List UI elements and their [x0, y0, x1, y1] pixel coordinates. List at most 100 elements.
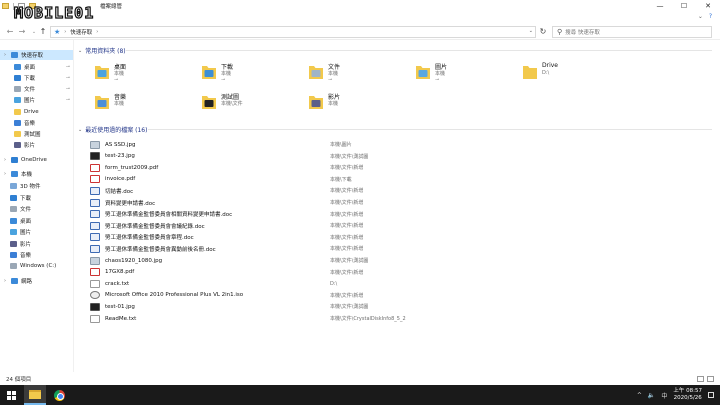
sidebar-item[interactable]: 影片 — [0, 140, 73, 150]
sidebar-item[interactable]: 音樂 — [0, 250, 73, 260]
sidebar-item-label: 本機 — [21, 172, 33, 178]
search-input[interactable]: ⚲ 搜尋 快速存取 — [552, 26, 712, 38]
recent-file-row[interactable]: 勞工退休準備金監督委員會章程.doc 本機\文件\新增 — [90, 232, 710, 243]
sidebar-item[interactable]: › 本機 — [0, 169, 73, 179]
forward-button[interactable]: → — [17, 27, 27, 37]
chevron-down-icon[interactable]: ⌄ — [78, 48, 82, 54]
sidebar-item[interactable]: 下載 — [0, 193, 73, 203]
file-location: D:\ — [330, 280, 338, 287]
frequent-folders-header[interactable]: ⌄ 常用資料夾 (8) — [78, 46, 126, 56]
recent-file-row[interactable]: AS SSD.jpg 本機\圖片 — [90, 139, 710, 150]
sidebar-item[interactable]: 圖片 — [0, 227, 73, 237]
sidebar-item[interactable]: Windows (C:) — [0, 261, 73, 271]
file-name: ReadMe.txt — [105, 315, 137, 322]
minimize-button[interactable]: — — [648, 0, 672, 12]
refresh-button[interactable]: ↻ — [538, 27, 548, 37]
file-location: 本機\下載 — [330, 176, 352, 183]
folder-tile[interactable]: 下載 本機 ⊸ — [201, 60, 301, 86]
recent-file-row[interactable]: Microsoft Office 2010 Professional Plus … — [90, 290, 710, 301]
address-dropdown-icon[interactable]: ⌄ — [529, 28, 533, 34]
chevron-right-icon[interactable]: › — [4, 157, 8, 163]
recent-file-row[interactable]: 17GX8.pdf 本機\文件\新增 — [90, 267, 710, 278]
folder-location: D:\ — [542, 70, 550, 76]
file-location: 本機\文件\CrystalDiskInfo8_5_2 — [330, 316, 406, 322]
up-button[interactable]: ↑ — [38, 27, 48, 37]
divider — [148, 129, 712, 130]
ime-indicator[interactable]: 中 — [661, 391, 667, 400]
sidebar-item-label: 網路 — [21, 279, 33, 285]
sidebar-item[interactable]: 文件 — [0, 204, 73, 214]
sidebar-item-label: 音樂 — [20, 253, 32, 259]
search-placeholder: 搜尋 快速存取 — [565, 30, 600, 36]
tray-overflow-icon[interactable]: ^ — [637, 392, 642, 399]
word-document-icon — [90, 210, 100, 219]
ribbon-expand-icon[interactable]: ⌄ — [698, 13, 703, 20]
recent-file-row[interactable]: 切結書.doc 本機\文件\新增 — [90, 185, 710, 196]
recent-file-row[interactable]: crack.txt D:\ — [90, 278, 710, 289]
breadcrumb[interactable]: 快速存取 — [70, 28, 92, 36]
sidebar-item[interactable]: 桌面 — [0, 216, 73, 226]
chevron-down-icon[interactable]: ⌄ — [78, 127, 82, 133]
folder-tile[interactable]: 文件 本機 ⊸ — [308, 60, 408, 86]
folder-tile[interactable]: 桌面 本機 ⊸ — [94, 60, 194, 86]
sidebar-item[interactable]: 桌面 ⊸ — [0, 62, 73, 72]
pdf-file-icon — [90, 163, 100, 172]
sidebar-item[interactable]: 測試圖 — [0, 129, 73, 139]
recent-file-row[interactable]: form_trust2009.pdf 本機\文件\新增 — [90, 162, 710, 173]
pin-icon: ⊸ — [435, 77, 440, 83]
notification-icon[interactable] — [708, 392, 714, 398]
pin-icon: ⊸ — [65, 64, 70, 70]
chevron-right-icon[interactable]: › — [64, 29, 66, 35]
sidebar-item[interactable]: 下載 ⊸ — [0, 73, 73, 83]
sidebar-item[interactable]: 文件 ⊸ — [0, 84, 73, 94]
folder-tile[interactable]: 音樂 本機 — [94, 90, 194, 116]
chevron-right-icon[interactable]: › — [96, 29, 98, 35]
file-name: AS SSD.jpg — [105, 141, 136, 148]
recent-file-row[interactable]: test-01.jpg 本機\文件\測試圖 — [90, 301, 710, 312]
divider — [126, 50, 712, 51]
taskbar-chrome[interactable] — [48, 385, 70, 405]
help-icon[interactable]: ? — [709, 13, 712, 20]
folder-tile[interactable]: Drive D:\ — [522, 60, 622, 86]
chevron-right-icon[interactable]: › — [4, 52, 8, 58]
folder-tile[interactable]: 測試圖 本機\文件 — [201, 90, 301, 116]
start-button[interactable] — [0, 385, 22, 405]
sidebar-item-label: 3D 物件 — [20, 184, 41, 190]
chevron-right-icon[interactable]: › — [4, 171, 8, 177]
sidebar-item[interactable]: › OneDrive — [0, 155, 73, 165]
recent-file-row[interactable]: invoice.pdf 本機\下載 — [90, 174, 710, 185]
sidebar-item[interactable]: Drive — [0, 107, 73, 117]
volume-icon[interactable]: 🔈 — [648, 392, 655, 399]
recent-file-row[interactable]: ReadMe.txt 本機\文件\CrystalDiskInfo8_5_2 — [90, 313, 710, 324]
recent-file-row[interactable]: 勞工退休準備金監督委員會異動前後名冊.doc 本機\文件\新增 — [90, 243, 710, 254]
sidebar-item-label: 圖片 — [20, 230, 32, 236]
taskbar-file-explorer[interactable] — [24, 385, 46, 405]
close-button[interactable]: ✕ — [696, 0, 720, 12]
file-location: 本機\文件\測試圖 — [330, 153, 369, 160]
sidebar-item[interactable]: › 網路 — [0, 276, 73, 286]
maximize-button[interactable]: ☐ — [672, 0, 696, 12]
sidebar-item[interactable]: › 快速存取 — [0, 50, 73, 60]
sidebar-item[interactable]: 3D 物件 — [0, 181, 73, 191]
file-location: 本機\文件\新增 — [330, 269, 364, 276]
large-icons-view-icon[interactable] — [707, 376, 714, 382]
folder-icon[interactable] — [2, 3, 9, 9]
recent-file-row[interactable]: test-23.jpg 本機\文件\測試圖 — [90, 151, 710, 162]
folder-tile[interactable]: 圖片 本機 ⊸ — [415, 60, 515, 86]
chevron-right-icon[interactable]: › — [4, 278, 8, 284]
address-input[interactable]: ★ › 快速存取 › ⌄ — [50, 26, 536, 38]
folder-icon — [14, 109, 21, 115]
recent-files-header[interactable]: ⌄ 最近使用過的檔案 (16) — [78, 125, 147, 135]
recent-file-row[interactable]: chaos1920_1080.jpg 本機\文件\測試圖 — [90, 255, 710, 266]
folder-tile[interactable]: 影片 本機 — [308, 90, 408, 116]
back-button[interactable]: ← — [5, 27, 15, 37]
details-view-icon[interactable] — [697, 376, 704, 382]
sidebar-item[interactable]: 影片 — [0, 239, 73, 249]
sidebar-item[interactable]: 音樂 — [0, 118, 73, 128]
clock[interactable]: 上午 08:57 2020/5/26 — [673, 388, 702, 402]
recent-file-row[interactable]: 勞工退休準備金監督委員會相關資料變更申請書.doc 本機\文件\新增 — [90, 209, 710, 220]
recent-file-row[interactable]: 資料變更申請書.doc 本機\文件\新增 — [90, 197, 710, 208]
sidebar-item[interactable]: 圖片 ⊸ — [0, 95, 73, 105]
recent-file-row[interactable]: 勞工退休準備金監督委員會會議紀錄.doc 本機\文件\新增 — [90, 220, 710, 231]
taskbar: ^ 🔈 中 上午 08:57 2020/5/26 — [0, 385, 720, 405]
